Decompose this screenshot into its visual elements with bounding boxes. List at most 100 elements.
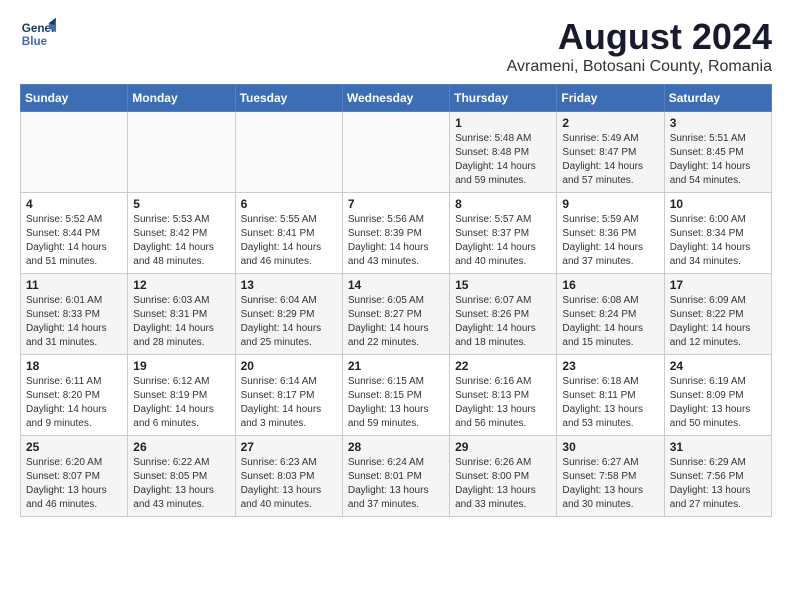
calendar-header-row: SundayMondayTuesdayWednesdayThursdayFrid… <box>21 85 772 112</box>
day-number: 2 <box>562 116 658 130</box>
calendar-cell: 5 Sunrise: 5:53 AMSunset: 8:42 PMDaylight… <box>128 193 235 274</box>
day-info: Sunrise: 6:20 AMSunset: 8:07 PMDaylight:… <box>26 456 122 512</box>
day-info: Sunrise: 6:11 AMSunset: 8:20 PMDaylight:… <box>26 375 122 431</box>
header-tuesday: Tuesday <box>235 85 342 112</box>
day-number: 8 <box>455 197 551 211</box>
day-number: 4 <box>26 197 122 211</box>
day-number: 25 <box>26 440 122 454</box>
day-number: 11 <box>26 278 122 292</box>
day-number: 1 <box>455 116 551 130</box>
calendar-cell: 29 Sunrise: 6:26 AMSunset: 8:00 PMDayligh… <box>450 436 557 517</box>
page-header: General Blue August 2024 Avrameni, Botos… <box>20 16 772 76</box>
day-number: 5 <box>133 197 229 211</box>
day-number: 26 <box>133 440 229 454</box>
calendar-cell: 8 Sunrise: 5:57 AMSunset: 8:37 PMDaylight… <box>450 193 557 274</box>
logo: General Blue <box>20 16 56 52</box>
header-monday: Monday <box>128 85 235 112</box>
calendar-cell: 15 Sunrise: 6:07 AMSunset: 8:26 PMDayligh… <box>450 274 557 355</box>
calendar-cell <box>128 112 235 193</box>
calendar-cell: 19Sunrise: 6:12 AMSunset: 8:19 PMDayligh… <box>128 355 235 436</box>
calendar-cell: 12 Sunrise: 6:03 AMSunset: 8:31 PMDayligh… <box>128 274 235 355</box>
day-number: 15 <box>455 278 551 292</box>
day-number: 20 <box>241 359 337 373</box>
calendar-cell: 14Sunrise: 6:05 AMSunset: 8:27 PMDayligh… <box>342 274 449 355</box>
day-info: Sunrise: 6:01 AMSunset: 8:33 PMDaylight:… <box>26 294 122 350</box>
calendar-cell: 4 Sunrise: 5:52 AMSunset: 8:44 PMDaylight… <box>21 193 128 274</box>
day-info: Sunrise: 6:24 AMSunset: 8:01 PMDaylight:… <box>348 456 444 512</box>
calendar-cell: 27 Sunrise: 6:23 AMSunset: 8:03 PMDayligh… <box>235 436 342 517</box>
day-number: 24 <box>670 359 766 373</box>
day-number: 17 <box>670 278 766 292</box>
calendar-cell: 23 Sunrise: 6:18 AMSunset: 8:11 PMDayligh… <box>557 355 664 436</box>
day-info: Sunrise: 5:59 AMSunset: 8:36 PMDaylight:… <box>562 213 658 269</box>
day-number: 9 <box>562 197 658 211</box>
calendar-cell: 7Sunrise: 5:56 AMSunset: 8:39 PMDaylight… <box>342 193 449 274</box>
day-number: 6 <box>241 197 337 211</box>
day-info: Sunrise: 5:57 AMSunset: 8:37 PMDaylight:… <box>455 213 551 269</box>
day-number: 31 <box>670 440 766 454</box>
calendar-cell: 2 Sunrise: 5:49 AMSunset: 8:47 PMDaylight… <box>557 112 664 193</box>
day-number: 23 <box>562 359 658 373</box>
day-number: 14 <box>348 278 444 292</box>
calendar-week-3: 11 Sunrise: 6:01 AMSunset: 8:33 PMDayligh… <box>21 274 772 355</box>
calendar-cell: 25 Sunrise: 6:20 AMSunset: 8:07 PMDayligh… <box>21 436 128 517</box>
day-info: Sunrise: 6:22 AMSunset: 8:05 PMDaylight:… <box>133 456 229 512</box>
day-info: Sunrise: 6:03 AMSunset: 8:31 PMDaylight:… <box>133 294 229 350</box>
day-info: Sunrise: 6:27 AMSunset: 7:58 PMDaylight:… <box>562 456 658 512</box>
day-info: Sunrise: 5:52 AMSunset: 8:44 PMDaylight:… <box>26 213 122 269</box>
day-number: 12 <box>133 278 229 292</box>
calendar-cell: 24 Sunrise: 6:19 AMSunset: 8:09 PMDayligh… <box>664 355 771 436</box>
day-info: Sunrise: 5:53 AMSunset: 8:42 PMDaylight:… <box>133 213 229 269</box>
day-number: 21 <box>348 359 444 373</box>
calendar-cell: 9 Sunrise: 5:59 AMSunset: 8:36 PMDaylight… <box>557 193 664 274</box>
day-number: 30 <box>562 440 658 454</box>
day-number: 19 <box>133 359 229 373</box>
day-number: 10 <box>670 197 766 211</box>
header-sunday: Sunday <box>21 85 128 112</box>
day-info: Sunrise: 5:55 AMSunset: 8:41 PMDaylight:… <box>241 213 337 269</box>
day-info: Sunrise: 6:23 AMSunset: 8:03 PMDaylight:… <box>241 456 337 512</box>
calendar-cell: 10 Sunrise: 6:00 AMSunset: 8:34 PMDayligh… <box>664 193 771 274</box>
day-number: 27 <box>241 440 337 454</box>
calendar-table: SundayMondayTuesdayWednesdayThursdayFrid… <box>20 84 772 517</box>
day-info: Sunrise: 6:18 AMSunset: 8:11 PMDaylight:… <box>562 375 658 431</box>
calendar-cell: 17 Sunrise: 6:09 AMSunset: 8:22 PMDayligh… <box>664 274 771 355</box>
calendar-cell: 3Sunrise: 5:51 AMSunset: 8:45 PMDaylight… <box>664 112 771 193</box>
calendar-week-1: 1 Sunrise: 5:48 AMSunset: 8:48 PMDaylight… <box>21 112 772 193</box>
day-info: Sunrise: 6:04 AMSunset: 8:29 PMDaylight:… <box>241 294 337 350</box>
day-number: 28 <box>348 440 444 454</box>
day-number: 22 <box>455 359 551 373</box>
calendar-cell: 18 Sunrise: 6:11 AMSunset: 8:20 PMDayligh… <box>21 355 128 436</box>
title-area: August 2024 Avrameni, Botosani County, R… <box>507 16 772 76</box>
svg-text:Blue: Blue <box>22 35 48 48</box>
day-number: 18 <box>26 359 122 373</box>
header-wednesday: Wednesday <box>342 85 449 112</box>
calendar-cell: 26 Sunrise: 6:22 AMSunset: 8:05 PMDayligh… <box>128 436 235 517</box>
calendar-cell: 20 Sunrise: 6:14 AMSunset: 8:17 PMDayligh… <box>235 355 342 436</box>
location-subtitle: Avrameni, Botosani County, Romania <box>507 58 772 76</box>
day-info: Sunrise: 6:00 AMSunset: 8:34 PMDaylight:… <box>670 213 766 269</box>
day-info: Sunrise: 6:15 AMSunset: 8:15 PMDaylight:… <box>348 375 444 431</box>
calendar-cell <box>235 112 342 193</box>
day-info: Sunrise: 6:14 AMSunset: 8:17 PMDaylight:… <box>241 375 337 431</box>
day-info: Sunrise: 6:16 AMSunset: 8:13 PMDaylight:… <box>455 375 551 431</box>
day-info: Sunrise: 5:51 AMSunset: 8:45 PMDaylight:… <box>670 132 766 188</box>
calendar-cell: 30 Sunrise: 6:27 AMSunset: 7:58 PMDayligh… <box>557 436 664 517</box>
header-saturday: Saturday <box>664 85 771 112</box>
day-number: 13 <box>241 278 337 292</box>
day-info: Sunrise: 6:09 AMSunset: 8:22 PMDaylight:… <box>670 294 766 350</box>
calendar-cell <box>21 112 128 193</box>
day-info: Sunrise: 5:48 AMSunset: 8:48 PMDaylight:… <box>455 132 551 188</box>
calendar-cell <box>342 112 449 193</box>
day-number: 29 <box>455 440 551 454</box>
calendar-cell: 22 Sunrise: 6:16 AMSunset: 8:13 PMDayligh… <box>450 355 557 436</box>
calendar-cell: 11 Sunrise: 6:01 AMSunset: 8:33 PMDayligh… <box>21 274 128 355</box>
day-info: Sunrise: 5:49 AMSunset: 8:47 PMDaylight:… <box>562 132 658 188</box>
day-info: Sunrise: 6:26 AMSunset: 8:00 PMDaylight:… <box>455 456 551 512</box>
day-info: Sunrise: 6:19 AMSunset: 8:09 PMDaylight:… <box>670 375 766 431</box>
calendar-cell: 13 Sunrise: 6:04 AMSunset: 8:29 PMDayligh… <box>235 274 342 355</box>
month-title: August 2024 <box>507 16 772 58</box>
day-info: Sunrise: 6:08 AMSunset: 8:24 PMDaylight:… <box>562 294 658 350</box>
calendar-week-5: 25 Sunrise: 6:20 AMSunset: 8:07 PMDayligh… <box>21 436 772 517</box>
day-info: Sunrise: 6:07 AMSunset: 8:26 PMDaylight:… <box>455 294 551 350</box>
